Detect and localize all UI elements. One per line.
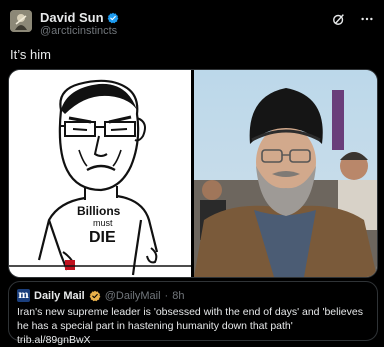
verified-badge-icon [107,12,118,23]
shirt-text-line3: DIE [89,229,116,246]
author-name[interactable]: David Sun [40,10,104,25]
tweet-text: It’s him [10,47,51,62]
cartoon-drawing-image[interactable]: Billions must DIE [9,70,191,277]
shirt-text-line1: Billions [77,204,121,218]
grok-icon[interactable] [332,12,346,28]
cleric-photo-image[interactable] [194,70,377,277]
more-icon[interactable] [360,12,374,28]
quoted-tweet-text: Iran's new supreme leader is 'obsessed w… [17,306,363,346]
author-avatar[interactable] [10,10,32,32]
author-handle[interactable]: @arcticinstincts [40,25,117,37]
quoted-source-handle[interactable]: @DailyMail [105,290,161,302]
quoted-time[interactable]: 8h [172,290,184,302]
quoted-source-name[interactable]: Daily Mail [34,290,85,302]
verified-badge-icon [89,290,101,301]
daily-mail-logo: m [17,289,30,302]
separator-dot: · [164,289,169,302]
shirt-text-line2: must [93,218,113,228]
quoted-tweet-header: m Daily Mail @DailyMail · 8h [17,289,184,302]
tweet-actions-top [332,12,374,28]
tweet-media[interactable]: Billions must DIE [8,69,378,278]
author-name-row[interactable]: David Sun [40,10,119,25]
quoted-tweet-card[interactable]: m Daily Mail @DailyMail · 8h Iran's new … [8,281,378,346]
